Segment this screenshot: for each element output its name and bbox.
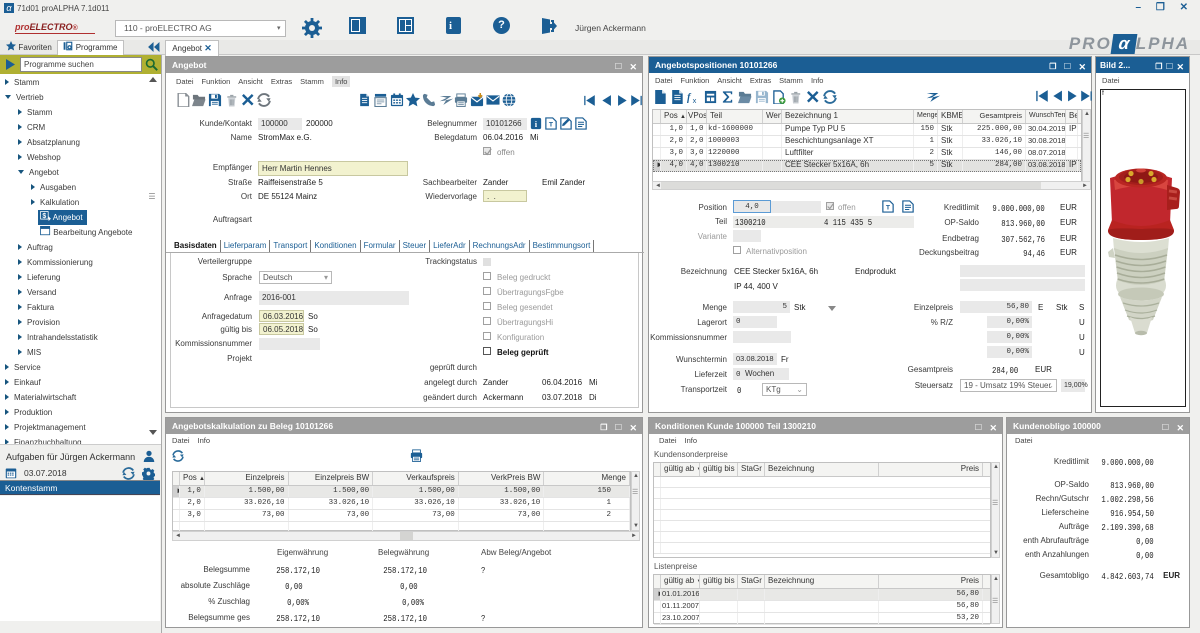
svg-text:$: $ xyxy=(42,213,46,220)
